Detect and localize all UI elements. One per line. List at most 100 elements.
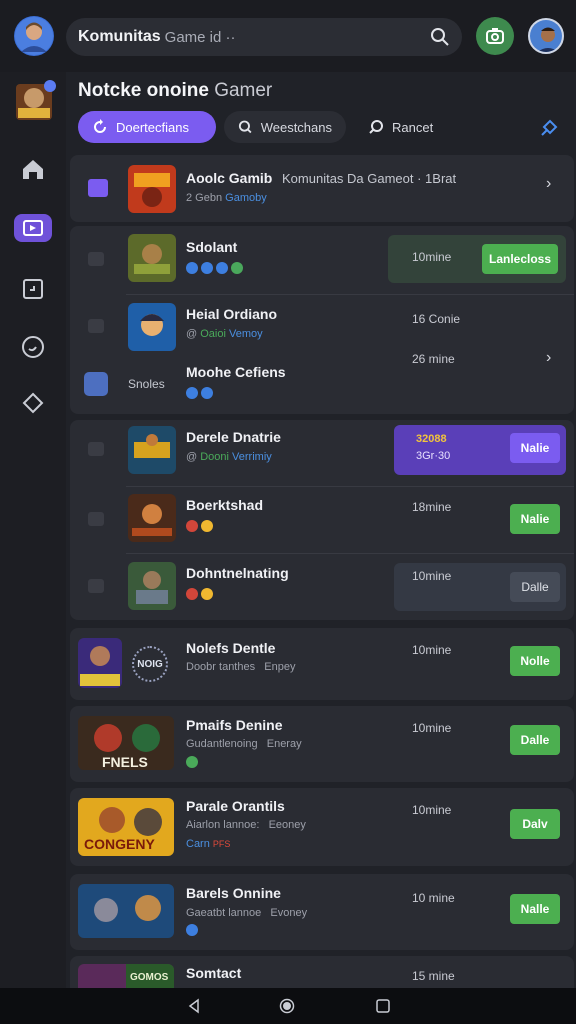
game-banner (78, 884, 174, 938)
item-tag-blue: Carn (186, 838, 210, 850)
badge-icons (186, 262, 243, 274)
badge-icons (186, 588, 213, 600)
chevron-right-icon[interactable]: › (546, 175, 551, 193)
item-name: Dohntnelnating (186, 565, 289, 581)
list-item[interactable]: Boerktshad 18mine Nalie (70, 487, 574, 553)
lock-icon (238, 120, 252, 134)
item-time: 26 mine (412, 352, 455, 366)
search-icon[interactable] (430, 27, 450, 52)
banner-text: FNELS (102, 754, 148, 770)
home-button-icon[interactable] (279, 998, 295, 1019)
item-time: 15 mine (412, 969, 455, 983)
search-icon (369, 120, 383, 134)
item-time: 10mine (412, 803, 452, 817)
app-title: Komunitas (78, 28, 161, 45)
diamond-icon (22, 392, 44, 414)
sidebar-item-calendar[interactable] (14, 274, 52, 304)
page-title-thin: Gamer (214, 80, 273, 101)
item-meta-green: Dooni (200, 451, 229, 463)
pin-icon[interactable] (540, 117, 560, 142)
team-logo: NOIG (132, 646, 168, 682)
user-avatar[interactable] (14, 16, 54, 56)
support-icon (22, 336, 44, 358)
list-card[interactable]: Barels Onnine Gaeatbt lannoe Evoney 10 m… (70, 874, 574, 950)
join-button[interactable]: Dalle (510, 572, 560, 602)
sidebar-item-home[interactable] (14, 154, 52, 184)
item-meta: Gudantlenoing Eneray (186, 738, 302, 750)
calendar-icon (23, 279, 43, 299)
join-button[interactable]: Dalle (510, 725, 560, 755)
profile-avatar[interactable] (528, 18, 564, 54)
group-card-1: Sdolant 10mine Lanlecloss Heial Ordiano … (70, 226, 574, 414)
featured-card[interactable]: Aoolc Gamib Komunitas Da Gameot · 1Brat … (70, 155, 574, 222)
checkbox[interactable] (88, 252, 104, 266)
item-meta: @ Oaioi Vemoy (186, 328, 263, 340)
item-meta-blue: Verrimiy (232, 451, 272, 463)
sidebar-item-support[interactable] (14, 332, 52, 362)
item-time: 10mine (412, 643, 452, 657)
list-item[interactable]: Heial Ordiano @ Oaioi Vemoy 16 Conie Sno… (70, 295, 574, 414)
filter-tab-recent[interactable]: Rancet (354, 111, 464, 143)
side-label: Snoles (128, 377, 165, 391)
item-time: 10mine (412, 250, 452, 264)
sidebar (0, 72, 66, 988)
item-name: Barels Onnine (186, 885, 281, 901)
item-meta: Aiarlon lannoe: Eeoney (186, 819, 306, 831)
item-time: 10 mine (412, 891, 455, 905)
list-item[interactable]: Sdolant 10mine Lanlecloss (70, 226, 574, 294)
camera-button[interactable] (476, 17, 514, 55)
promo-line-2: 3Gr·30 (416, 450, 451, 462)
item-meta-secondary: Eneray (266, 738, 302, 750)
filter-tab-watch[interactable]: Weestchans (224, 111, 346, 143)
item-meta-blue: Vemoy (228, 328, 263, 340)
join-button[interactable]: Nalie (510, 504, 560, 534)
search-bar[interactable]: Komunitas Game id ·· (66, 18, 462, 56)
filter-tab-active[interactable]: Doertecfians (78, 111, 216, 143)
join-button[interactable]: Nalie (510, 433, 560, 463)
item-time: 10mine (412, 721, 452, 735)
list-item[interactable]: Dohntnelnating 10mine Dalle (70, 554, 574, 620)
item-meta-secondary: Eeoney (268, 819, 306, 831)
item-name: Nolefs Dentle (186, 640, 276, 656)
item-meta-prefix: @ (186, 328, 198, 340)
join-button[interactable]: Lanlecloss (482, 244, 558, 274)
game-thumbnail (128, 165, 176, 213)
home-icon (23, 160, 43, 179)
checkbox[interactable] (88, 512, 104, 526)
back-icon[interactable] (186, 998, 202, 1019)
list-card[interactable]: CONGENY Parale Orantils Aiarlon lannoe: … (70, 788, 574, 866)
item-meta-main: Aiarlon lannoe: (186, 819, 260, 831)
community-logo[interactable] (14, 78, 56, 122)
list-card[interactable]: FNELS Pmaifs Denine Gudantlenoing Eneray… (70, 706, 574, 782)
top-bar: Komunitas Game id ·· (0, 0, 576, 72)
join-button[interactable]: Dalv (510, 809, 560, 839)
filter-tab-label: Doertecfians (116, 119, 189, 135)
game-thumbnail (128, 562, 176, 610)
list-card[interactable]: NOIG Nolefs Dentle Doobr tanthes Enpey 1… (70, 628, 574, 700)
app-subtitle: Game id ·· (164, 28, 236, 46)
game-thumbnail (128, 234, 176, 282)
checkbox[interactable] (88, 179, 108, 197)
item-meta-prefix: @ (186, 451, 198, 463)
item-tag-red: PFS (212, 839, 231, 849)
list-item[interactable]: Derele Dnatrie @ Dooni Verrimiy 32088 3G… (70, 420, 574, 486)
checkbox[interactable] (88, 579, 104, 593)
item-tags: Carn PFS (186, 838, 230, 850)
sidebar-item-diamond[interactable] (14, 388, 52, 418)
games-icon (23, 220, 43, 236)
join-button[interactable]: Nolle (510, 646, 560, 676)
side-avatar (84, 372, 108, 396)
game-thumbnail (128, 303, 176, 351)
recents-icon[interactable] (376, 999, 390, 1018)
checkbox[interactable] (88, 319, 104, 333)
camera-icon (486, 28, 504, 44)
checkbox[interactable] (88, 442, 104, 456)
item-meta-secondary: Enpey (264, 661, 296, 673)
page-title-main: Notcke onoine (78, 80, 209, 101)
item-time: 16 Conie (412, 312, 461, 326)
badge-icons (186, 387, 213, 399)
game-thumbnail (128, 426, 176, 474)
sidebar-item-games[interactable] (14, 214, 52, 242)
join-button[interactable]: Nalle (510, 894, 560, 924)
chevron-right-icon[interactable]: › (546, 349, 551, 367)
